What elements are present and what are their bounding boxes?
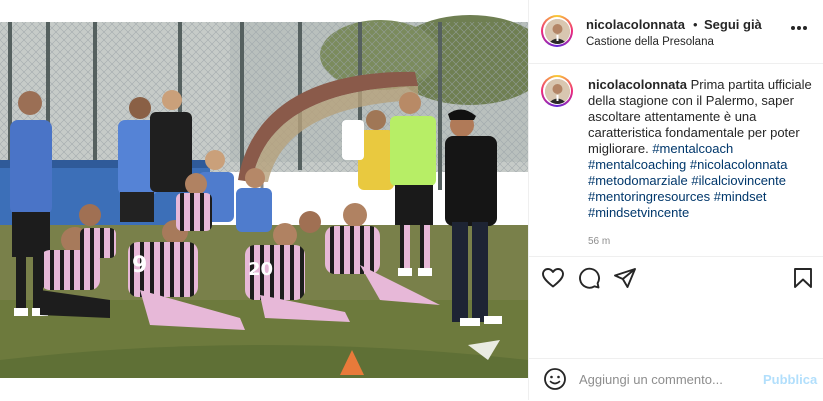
post-side-panel: nicolacolonnata • Segui già Castione del… (528, 0, 823, 400)
comment-input[interactable] (579, 369, 749, 389)
emoji-icon[interactable] (543, 367, 567, 391)
hashtag[interactable]: #mindsetvincente (588, 205, 689, 220)
jersey-number-20: 20 (248, 259, 273, 280)
publish-button[interactable]: Pubblica (763, 372, 817, 387)
hashtag[interactable]: #ilcalciovincente (691, 173, 786, 188)
hashtag[interactable]: #mentalcoach (652, 141, 733, 156)
post-header: nicolacolonnata • Segui già Castione del… (529, 0, 823, 64)
caption-avatar[interactable] (541, 75, 573, 107)
bookmark-icon[interactable] (791, 266, 815, 290)
caption-area: nicolacolonnata Prima partita ufficiale … (529, 64, 823, 254)
hashtag[interactable]: #mindset (714, 189, 767, 204)
comment-icon[interactable] (577, 266, 601, 290)
post-timestamp[interactable]: 56 m (588, 236, 610, 247)
post-caption: nicolacolonnata Prima partita ufficiale … (588, 77, 816, 221)
location-link[interactable]: Castione della Presolana (586, 36, 714, 48)
avatar-image (544, 78, 570, 104)
photo-scene: 9 20 (0, 0, 528, 400)
following-button[interactable]: Segui già (704, 17, 762, 32)
separator-dot: • (693, 17, 698, 32)
caption-username[interactable]: nicolacolonnata (588, 77, 687, 92)
hashtag[interactable]: #metodomarziale (588, 173, 688, 188)
hashtag[interactable]: #mentalcoaching (588, 157, 686, 172)
heart-icon[interactable] (541, 266, 565, 290)
avatar[interactable] (541, 15, 573, 47)
username-link[interactable]: nicolacolonnata (586, 17, 685, 32)
action-bar (529, 256, 823, 297)
avatar-image (544, 18, 570, 44)
more-options-icon[interactable] (791, 26, 807, 32)
post-photo[interactable]: 9 20 (0, 0, 528, 400)
jersey-number-9: 9 (132, 253, 147, 278)
hashtag[interactable]: #nicolacolonnata (690, 157, 788, 172)
hashtag[interactable]: #mentoringresources (588, 189, 710, 204)
comment-bar: Pubblica (529, 358, 823, 401)
share-icon[interactable] (613, 266, 637, 290)
